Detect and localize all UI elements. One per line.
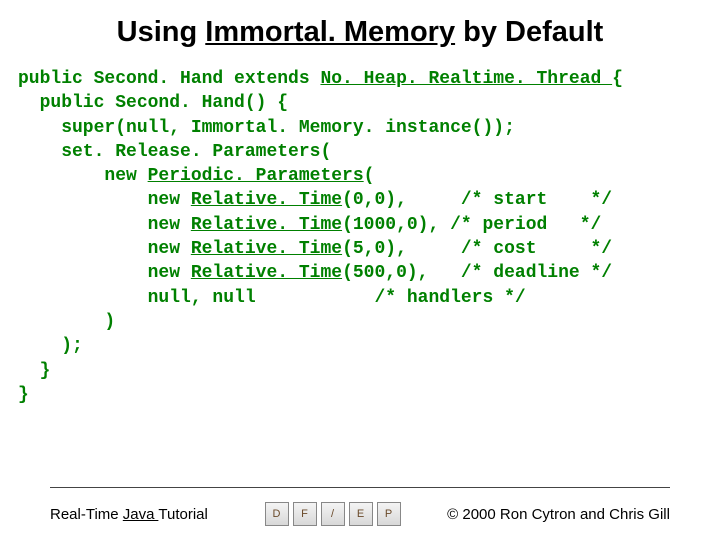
code-l8u: Relative. Time [191,239,342,259]
code-l8b: (5,0), /* cost */ [342,239,612,259]
footer-left-post: Tutorial [158,506,207,523]
code-l10: null, null /* handlers */ [18,288,526,308]
nav-slash-button[interactable]: / [321,502,345,526]
code-l6u: Relative. Time [191,190,342,210]
nav-buttons: D F / E P [265,502,401,526]
nav-f-button[interactable]: F [293,502,317,526]
nav-p-button[interactable]: P [377,502,401,526]
code-l11: ) [18,312,115,332]
footer-right-text: 2000 Ron Cytron and Chris Gill [462,506,670,523]
slide-title: Using Immortal. Memory by Default [0,0,720,67]
code-l9u: Relative. Time [191,263,342,283]
code-l1a: public Second. Hand extends [18,69,320,89]
code-l1u: No. Heap. Realtime. Thread [320,69,612,89]
nav-doc-button[interactable]: D [265,502,289,526]
divider [50,487,670,488]
footer-left-ul: Java [123,506,159,523]
code-l6a: new [18,190,191,210]
code-l5a: new [18,166,148,186]
code-l7b: (1000,0), /* period */ [342,215,601,235]
code-l5u: Periodic. Parameters [148,166,364,186]
code-l7a: new [18,215,191,235]
code-l7u: Relative. Time [191,215,342,235]
code-l6b: (0,0), /* start */ [342,190,612,210]
title-pre: Using [117,16,206,48]
footer-left: Real-Time Java Tutorial [50,506,208,523]
code-l4: set. Release. Parameters( [18,142,331,162]
title-underline: Immortal. Memory [205,16,455,48]
code-block: public Second. Hand extends No. Heap. Re… [0,67,720,407]
code-l9a: new [18,263,191,283]
code-l12: ); [18,336,83,356]
code-l8a: new [18,239,191,259]
code-l3: super(null, Immortal. Memory. instance()… [18,118,515,138]
copyright-icon: © [447,506,458,523]
title-post: by Default [455,16,603,48]
code-l14: } [18,385,29,405]
footer-left-pre: Real-Time [50,506,123,523]
code-l9b: (500,0), /* deadline */ [342,263,612,283]
code-l1b: { [612,69,623,89]
code-l2: public Second. Hand() { [18,93,288,113]
code-l5b: ( [364,166,375,186]
nav-e-button[interactable]: E [349,502,373,526]
footer-right: © 2000 Ron Cytron and Chris Gill [447,506,670,523]
footer: Real-Time Java Tutorial D F / E P © 2000… [0,502,720,526]
code-l13: } [18,361,50,381]
